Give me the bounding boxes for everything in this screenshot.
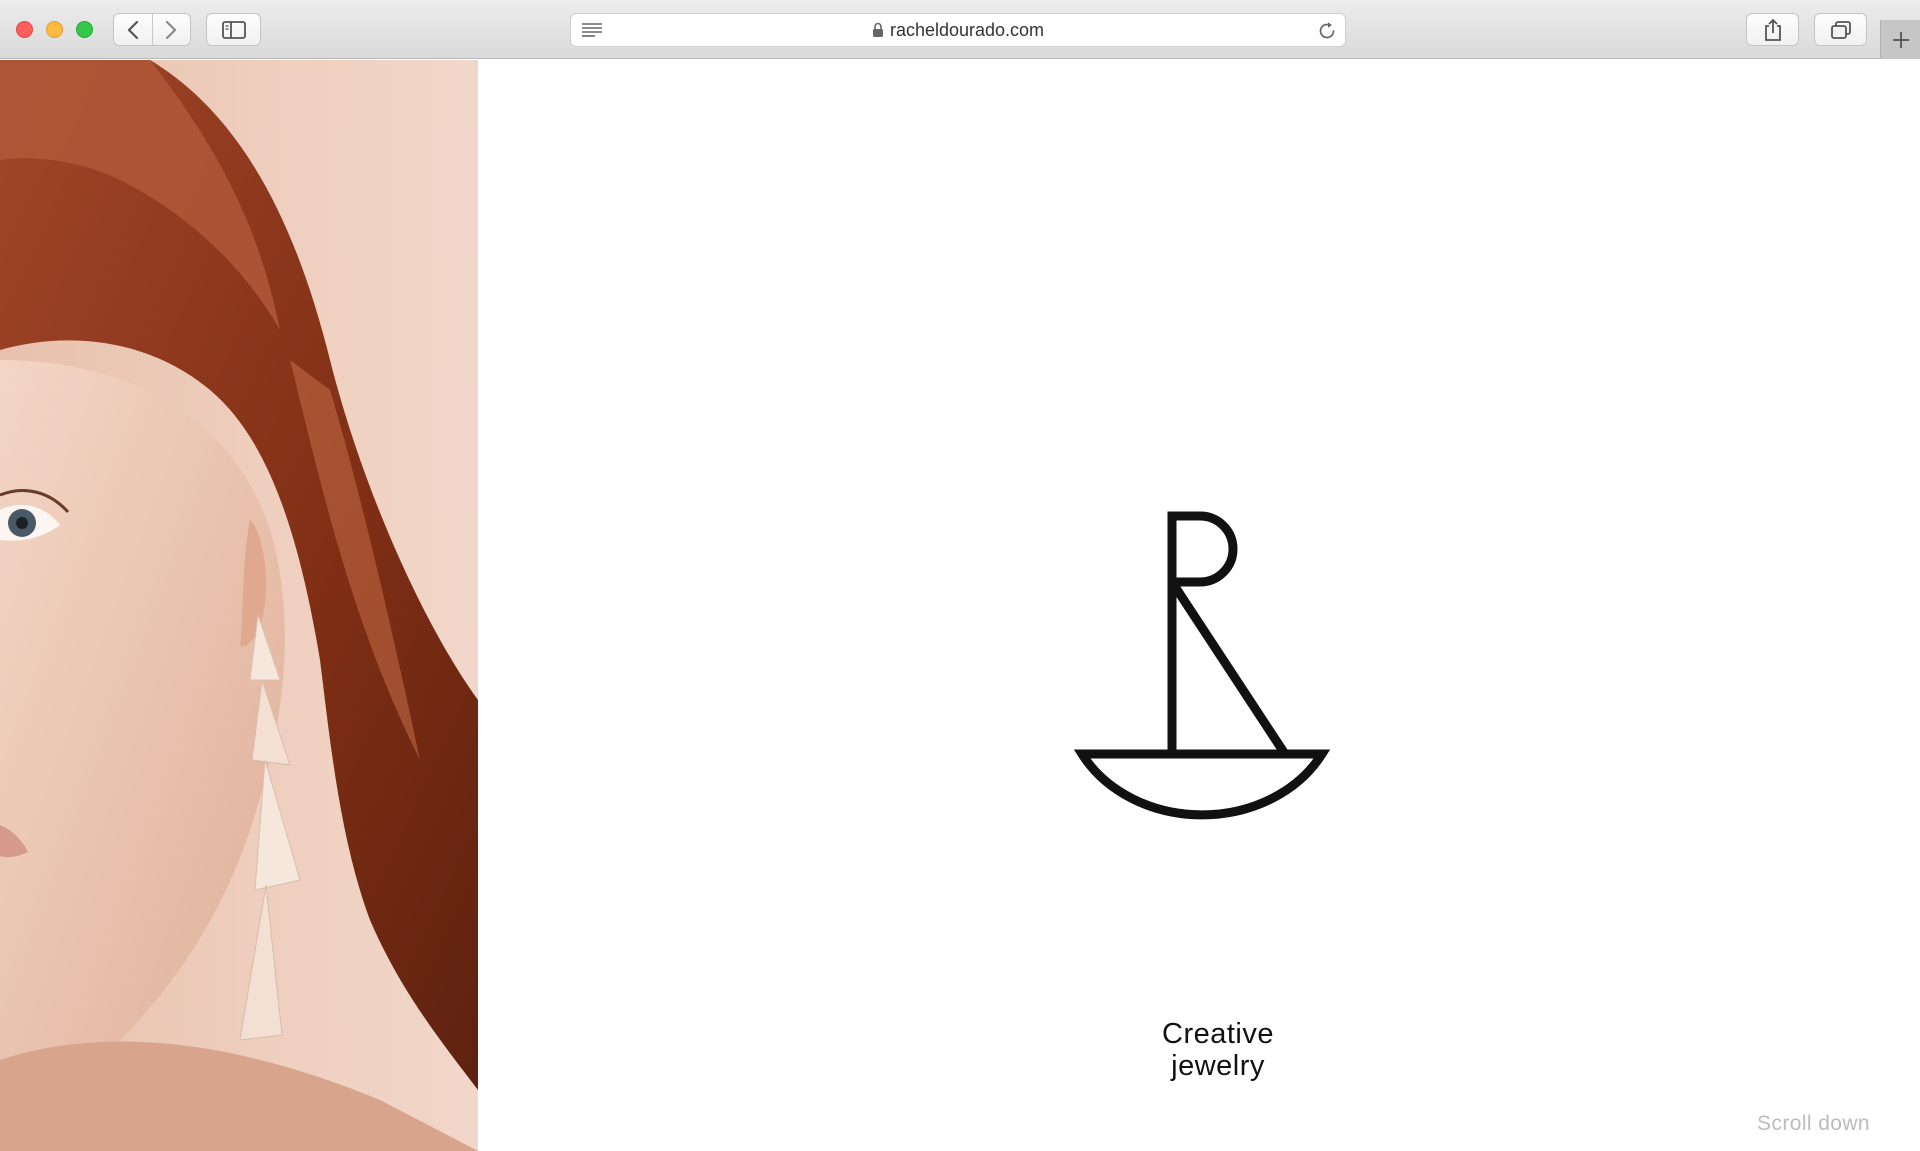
url-text: racheldourado.com xyxy=(889,19,1045,40)
brand-logo-icon[interactable] xyxy=(1072,508,1332,820)
navigation-buttons xyxy=(113,13,191,46)
web-page: Creative jewelry Scroll down xyxy=(0,60,1920,1151)
sidebar-toggle-button[interactable] xyxy=(206,13,261,46)
lock-icon xyxy=(872,22,883,37)
tagline-line-2: jewelry xyxy=(1171,1050,1265,1082)
back-button[interactable] xyxy=(114,14,152,45)
plus-icon xyxy=(1892,31,1909,48)
forward-button[interactable] xyxy=(151,14,190,45)
hero-photo xyxy=(0,60,478,1151)
reload-icon xyxy=(1319,22,1335,39)
new-tab-button[interactable] xyxy=(1880,20,1920,59)
reload-button[interactable] xyxy=(1317,21,1337,46)
tabs-icon xyxy=(1830,20,1851,39)
url-display: racheldourado.com xyxy=(571,14,1345,46)
tagline-line-1: Creative xyxy=(1162,1018,1274,1050)
browser-toolbar: racheldourado.com xyxy=(0,0,1920,59)
chevron-left-icon xyxy=(127,20,139,39)
zoom-window-button[interactable] xyxy=(76,21,93,38)
sidebar-icon xyxy=(221,20,246,39)
chevron-right-icon xyxy=(166,20,177,39)
address-bar[interactable]: racheldourado.com xyxy=(570,13,1346,47)
tagline: Creative jewelry xyxy=(1090,1018,1346,1082)
woman-with-earring-image xyxy=(0,60,478,1151)
close-window-button[interactable] xyxy=(16,21,33,38)
scroll-down-link[interactable]: Scroll down xyxy=(1700,1112,1870,1136)
share-button[interactable] xyxy=(1746,13,1799,46)
show-tabs-button[interactable] xyxy=(1814,13,1867,46)
minimize-window-button[interactable] xyxy=(46,21,63,38)
share-icon xyxy=(1764,18,1781,41)
